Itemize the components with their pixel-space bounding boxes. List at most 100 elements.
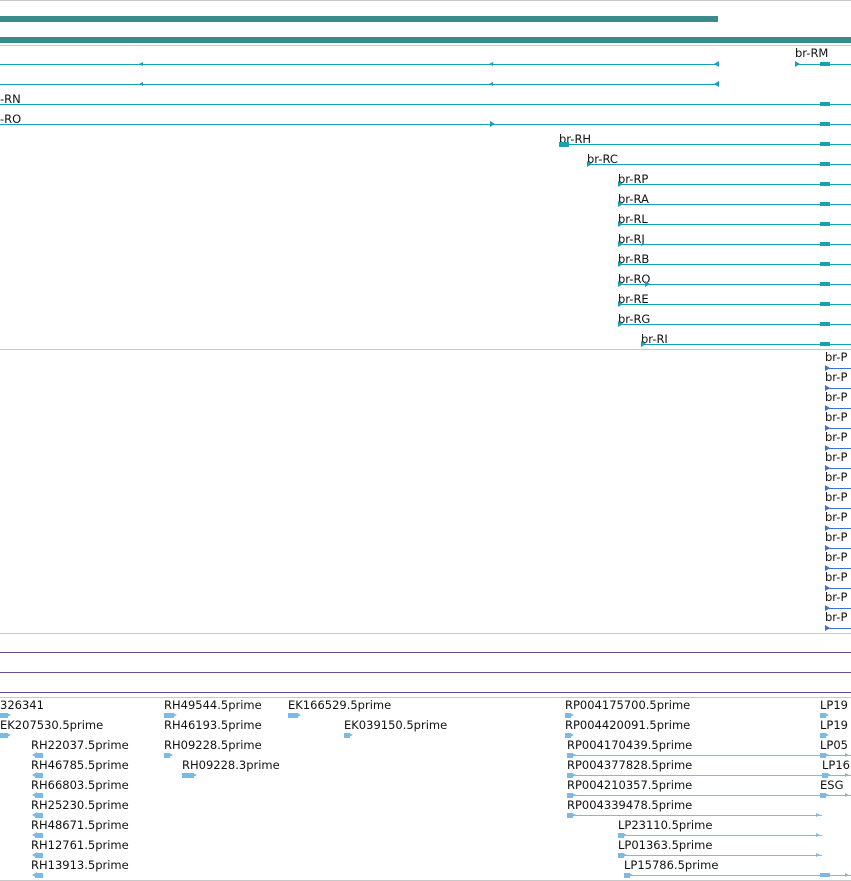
- exon-block[interactable]: [820, 202, 830, 206]
- transcript-line: [618, 304, 851, 305]
- protein-label[interactable]: br-P: [825, 551, 847, 564]
- exon-block[interactable]: [559, 142, 569, 147]
- exon-block[interactable]: [820, 182, 830, 186]
- exon-block[interactable]: [820, 262, 830, 266]
- est-label[interactable]: LP15786.5prime: [624, 859, 718, 872]
- est-arrow: [816, 813, 820, 817]
- transcript-line: [559, 144, 851, 145]
- exon-arrow: [618, 221, 623, 227]
- exon-arrow: [618, 281, 623, 287]
- transcript-label[interactable]: br-RM: [795, 47, 828, 60]
- est-label[interactable]: RH09228.5prime: [164, 739, 262, 752]
- est-label[interactable]: EK207530.5prime: [0, 719, 103, 732]
- est-label[interactable]: ESG: [820, 779, 843, 792]
- est-arrow: [845, 753, 849, 757]
- exon-arrow: [618, 181, 623, 187]
- est-arrow: [7, 733, 11, 737]
- est-label[interactable]: EK039150.5prime: [344, 719, 447, 732]
- est-label[interactable]: LP19: [820, 699, 848, 712]
- est-label[interactable]: 326341: [0, 699, 44, 712]
- protein-label[interactable]: br-P: [825, 591, 847, 604]
- est-label[interactable]: LP01363.5prime: [618, 839, 712, 852]
- est-arrow: [572, 813, 576, 817]
- gene-model-bar[interactable]: [0, 16, 718, 22]
- exon-block[interactable]: [820, 122, 830, 126]
- est-label[interactable]: RP004170439.5prime: [567, 739, 692, 752]
- est-label[interactable]: EK166529.5prime: [288, 699, 391, 712]
- intron-arrow: [490, 121, 495, 127]
- est-line: [567, 795, 851, 796]
- track-line: [0, 692, 851, 693]
- exon-block[interactable]: [820, 242, 830, 246]
- est-arrow: [825, 713, 829, 717]
- transcript-line: [0, 64, 718, 65]
- intron-arrow: [139, 82, 143, 86]
- est-label[interactable]: RP004339478.5prime: [567, 799, 692, 812]
- est-block[interactable]: [820, 873, 830, 877]
- est-arrow: [827, 773, 831, 777]
- est-arrow: [570, 733, 574, 737]
- track-separator: [0, 697, 851, 698]
- exon-block[interactable]: [820, 142, 830, 146]
- exon-block[interactable]: [820, 342, 830, 346]
- exon-arrow: [618, 321, 623, 327]
- protein-label[interactable]: br-P: [825, 371, 847, 384]
- est-label[interactable]: RH13913.5prime: [31, 859, 129, 872]
- exon-arrow: [641, 341, 646, 347]
- intron-arrow: [645, 281, 650, 287]
- gene-model-bar[interactable]: [0, 37, 851, 43]
- est-label[interactable]: RP004210357.5prime: [567, 779, 692, 792]
- exon-arrow: [714, 61, 719, 67]
- track-separator: [0, 45, 851, 46]
- protein-label[interactable]: br-P: [825, 451, 847, 464]
- est-arrow: [845, 873, 849, 877]
- est-arrow: [825, 733, 829, 737]
- protein-label[interactable]: br-P: [825, 431, 847, 444]
- est-label[interactable]: RH46785.5prime: [31, 759, 129, 772]
- est-label[interactable]: RH25230.5prime: [31, 799, 129, 812]
- exon-block[interactable]: [820, 222, 830, 226]
- protein-label[interactable]: br-P: [825, 531, 847, 544]
- est-label[interactable]: RH48671.5prime: [31, 819, 129, 832]
- transcript-line: [618, 184, 851, 185]
- est-label[interactable]: LP19: [820, 719, 848, 732]
- exon-arrow: [618, 201, 623, 207]
- est-label[interactable]: RH22037.5prime: [31, 739, 129, 752]
- track-line: [0, 652, 851, 653]
- intron-arrow: [489, 82, 493, 86]
- est-label[interactable]: RP004420091.5prime: [565, 719, 690, 732]
- est-arrow: [7, 713, 11, 717]
- protein-label[interactable]: br-P: [825, 471, 847, 484]
- protein-label[interactable]: br-P: [825, 511, 847, 524]
- transcript-line: [0, 84, 718, 85]
- track-separator: [0, 0, 851, 1]
- est-label[interactable]: RH46193.5prime: [164, 719, 262, 732]
- est-label[interactable]: RH09228.3prime: [182, 759, 280, 772]
- est-label[interactable]: LP23110.5prime: [618, 819, 712, 832]
- exon-arrow: [618, 301, 623, 307]
- transcript-line: [618, 284, 851, 285]
- est-label[interactable]: RH12761.5prime: [31, 839, 129, 852]
- protein-label[interactable]: br-P: [825, 351, 847, 364]
- exon-block[interactable]: [820, 282, 830, 286]
- exon-block[interactable]: [820, 62, 830, 66]
- est-block[interactable]: [35, 873, 43, 878]
- exon-block[interactable]: [820, 102, 830, 106]
- est-arrow: [193, 773, 197, 777]
- exon-block[interactable]: [820, 162, 830, 166]
- protein-label[interactable]: br-P: [825, 571, 847, 584]
- exon-block[interactable]: [820, 302, 830, 306]
- est-arrow: [572, 753, 576, 757]
- protein-label[interactable]: br-P: [825, 611, 847, 624]
- protein-label[interactable]: br-P: [825, 491, 847, 504]
- est-label[interactable]: RP004175700.5prime: [565, 699, 690, 712]
- est-label[interactable]: RH66803.5prime: [31, 779, 129, 792]
- est-label[interactable]: LP05: [820, 739, 848, 752]
- protein-label[interactable]: br-P: [825, 391, 847, 404]
- protein-label[interactable]: br-P: [825, 411, 847, 424]
- est-label[interactable]: RP004377828.5prime: [567, 759, 692, 772]
- est-label[interactable]: LP16: [822, 759, 850, 772]
- est-label[interactable]: RH49544.5prime: [164, 699, 262, 712]
- exon-arrow: [587, 161, 592, 167]
- exon-block[interactable]: [820, 322, 830, 326]
